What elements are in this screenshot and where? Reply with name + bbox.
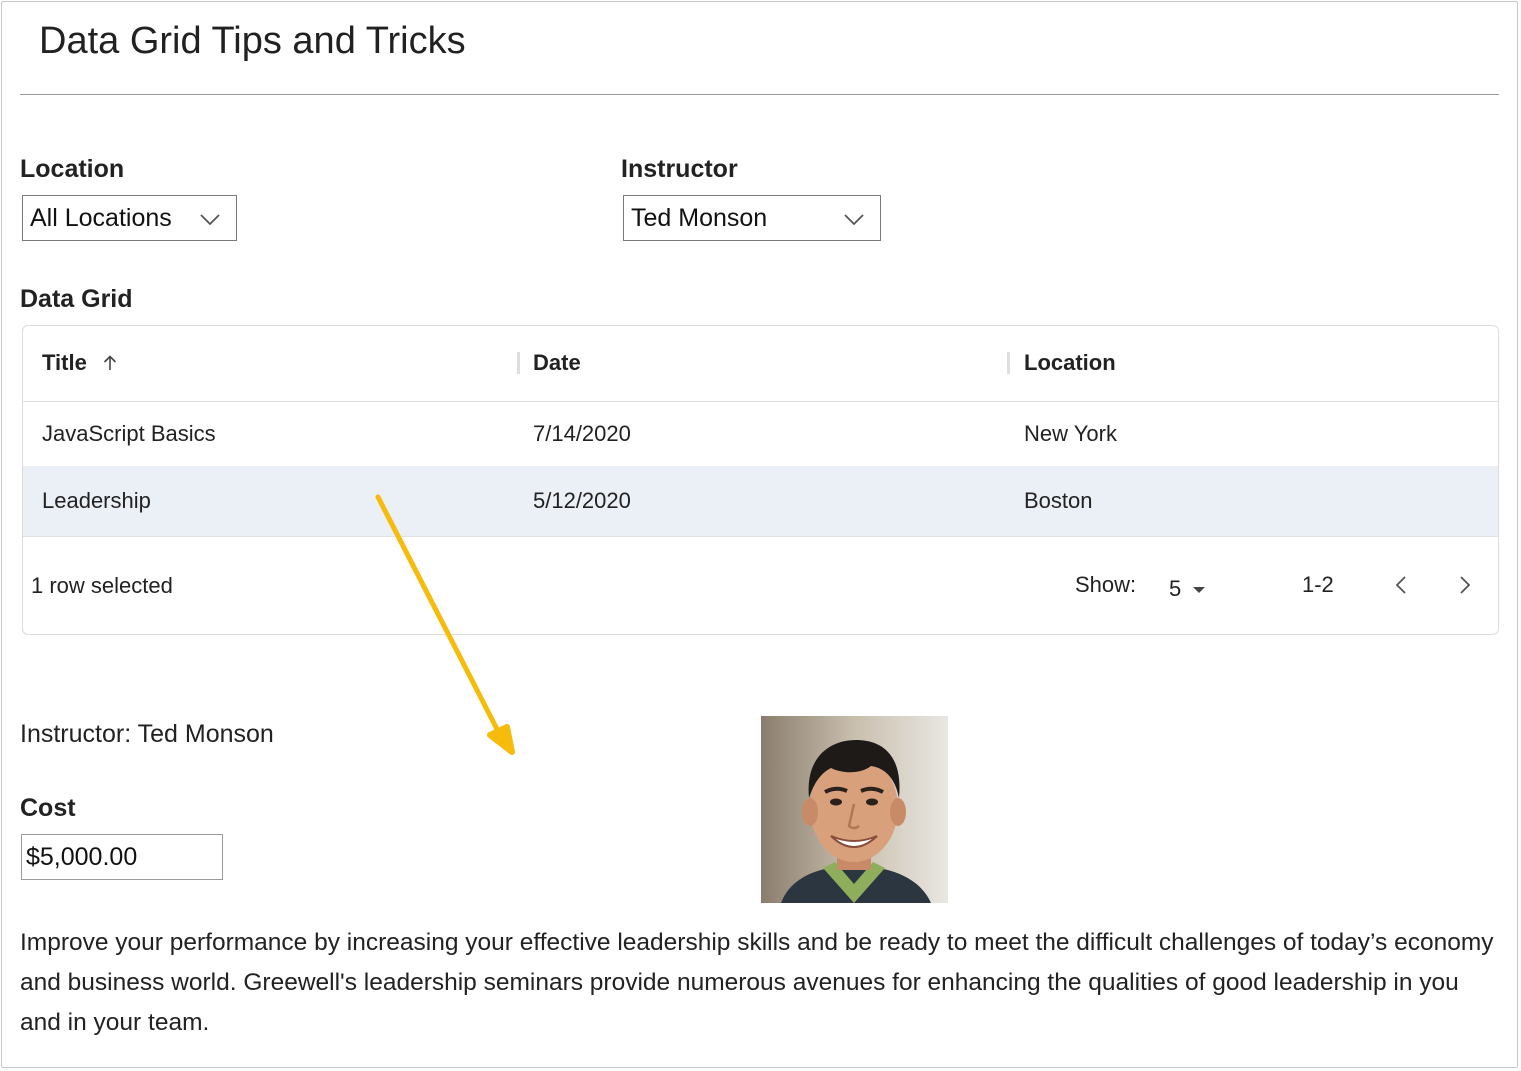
chevron-down-icon [200, 214, 220, 226]
instructor-select-value: Ted Monson [631, 203, 768, 232]
table-row-selected[interactable]: Leadership 5/12/2020 Boston [23, 466, 1498, 537]
location-select-value: All Locations [30, 203, 172, 232]
title-divider [20, 94, 1499, 95]
cost-label: Cost [20, 794, 76, 822]
column-header-location[interactable]: Location [1024, 350, 1116, 376]
column-header-date[interactable]: Date [533, 350, 581, 376]
cell-location: New York [1024, 420, 1117, 446]
page-size-value: 5 [1169, 576, 1182, 601]
location-select[interactable]: All Locations [22, 195, 237, 241]
chevron-right-icon[interactable] [1453, 574, 1475, 596]
location-filter-label: Location [20, 155, 125, 183]
column-header-date-label: Date [533, 350, 581, 375]
grid-header: Title Date Location [23, 326, 1498, 402]
instructor-name-text: Instructor: Ted Monson [20, 720, 274, 748]
cell-location: Boston [1024, 488, 1093, 513]
cell-title: JavaScript Basics [42, 420, 216, 446]
column-header-title-label: Title [42, 350, 87, 375]
course-description: Improve your performance by increasing y… [20, 929, 1494, 1036]
data-grid-label: Data Grid [20, 285, 133, 313]
column-header-title[interactable]: Title [42, 350, 119, 376]
grid-footer: 1 row selected Show: 5 1-2 [23, 536, 1498, 634]
instructor-filter-label: Instructor [621, 155, 738, 183]
selection-count: 1 row selected [31, 573, 173, 598]
page-size-label: Show: [1075, 572, 1137, 597]
sort-ascending-icon[interactable] [101, 354, 119, 372]
column-resize-handle[interactable] [1007, 352, 1010, 374]
cost-input[interactable] [21, 834, 223, 880]
chevron-down-icon [844, 214, 864, 226]
caret-down-icon [1193, 587, 1206, 594]
page-range: 1-2 [1302, 572, 1334, 597]
table-row[interactable]: JavaScript Basics 7/14/2020 New York [23, 401, 1498, 467]
person-photo-icon [761, 716, 948, 903]
instructor-photo [761, 716, 948, 903]
column-resize-handle[interactable] [517, 352, 520, 374]
cell-date: 7/14/2020 [533, 420, 631, 446]
data-grid: Title Date Location JavaScript Basics 7/… [22, 325, 1499, 635]
cell-title: Leadership [42, 488, 151, 513]
cell-date: 5/12/2020 [533, 488, 631, 513]
column-header-location-label: Location [1024, 350, 1116, 375]
instructor-select[interactable]: Ted Monson [623, 195, 881, 241]
chevron-left-icon[interactable] [1391, 574, 1413, 596]
page-size-select[interactable]: 5 [1169, 576, 1206, 602]
page-title: Data Grid Tips and Tricks [39, 20, 466, 62]
